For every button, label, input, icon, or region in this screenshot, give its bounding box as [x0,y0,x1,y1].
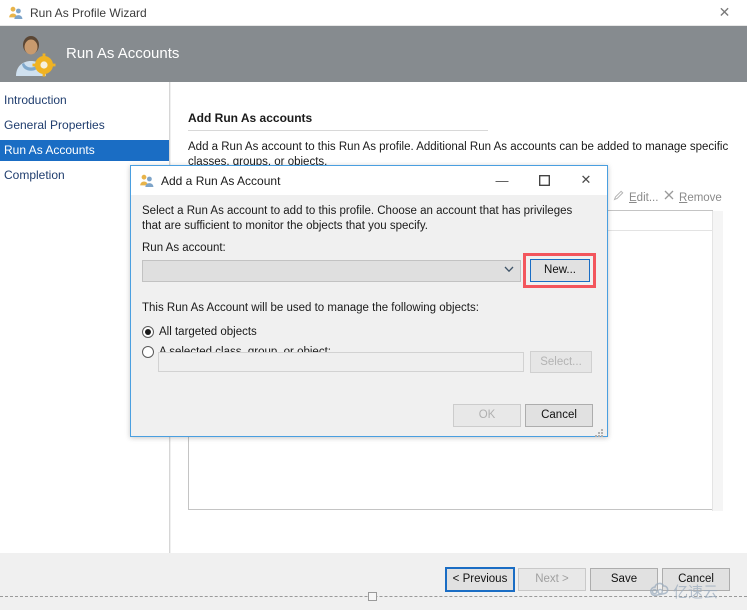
chevron-down-icon [504,265,514,277]
add-run-as-account-dialog: Add a Run As Account — ✕ Select a Run As… [130,165,608,437]
remove-button[interactable]: Remove [663,188,722,208]
users-icon [8,5,24,21]
next-button: Next > [518,568,586,591]
cloud-icon [648,582,670,603]
dialog-maximize-icon[interactable] [523,166,565,194]
heading-divider [188,130,488,131]
list-scrollbar[interactable] [712,211,723,511]
dialog-close-icon[interactable]: ✕ [565,166,607,194]
radio-all-targeted-objects-label: All targeted objects [159,326,257,338]
watermark: 亿速云 [648,582,718,603]
dialog-ok-button: OK [453,404,521,427]
dialog-title: Add a Run As Account [161,174,281,188]
dialog-resize-grip[interactable] [595,425,604,437]
sidebar-item-run-as-accounts[interactable]: Run As Accounts [0,140,169,161]
pencil-icon [613,188,625,208]
select-button: Select... [530,351,592,373]
radio-icon-checked [142,326,154,338]
content-heading: Add Run As accounts [188,111,313,125]
previous-button[interactable]: < Previous [445,567,515,592]
run-as-account-combobox[interactable] [142,260,521,282]
window-close-icon[interactable]: ✕ [702,0,747,25]
dialog-cancel-button[interactable]: Cancel [525,404,593,427]
edit-button-label: Edit... [629,192,659,204]
dialog-titlebar: Add a Run As Account — ✕ [131,166,607,195]
x-icon [663,188,675,208]
resize-grip[interactable] [368,592,377,601]
dialog-body: Select a Run As account to add to this p… [131,195,607,437]
sidebar-item-introduction[interactable]: Introduction [0,90,169,111]
manage-objects-label: This Run As Account will be used to mana… [142,302,479,314]
sidebar-item-general-properties[interactable]: General Properties [0,115,169,136]
dialog-intro-text: Select a Run As account to add to this p… [142,205,573,232]
user-gear-icon [10,32,56,78]
radio-icon-unchecked [142,346,154,358]
edit-button[interactable]: Edit... [613,188,658,208]
banner-title: Run As Accounts [66,45,180,62]
page-banner: Run As Accounts [0,26,747,82]
wizard-footer: < Previous Next > Save Cancel [0,553,747,601]
new-account-button[interactable]: New... [530,259,590,282]
window-titlebar: Run As Profile Wizard ✕ [0,0,747,26]
user-account-icon [139,173,155,189]
run-as-account-label: Run As account: [142,242,226,254]
watermark-text: 亿速云 [673,583,719,601]
remove-button-label: Remove [679,192,722,204]
dialog-minimize-icon[interactable]: — [481,166,523,194]
app-root: Run As Profile Wizard ✕ Run As Accounts [0,0,747,610]
window-title: Run As Profile Wizard [30,6,147,20]
selected-object-input [158,352,524,372]
